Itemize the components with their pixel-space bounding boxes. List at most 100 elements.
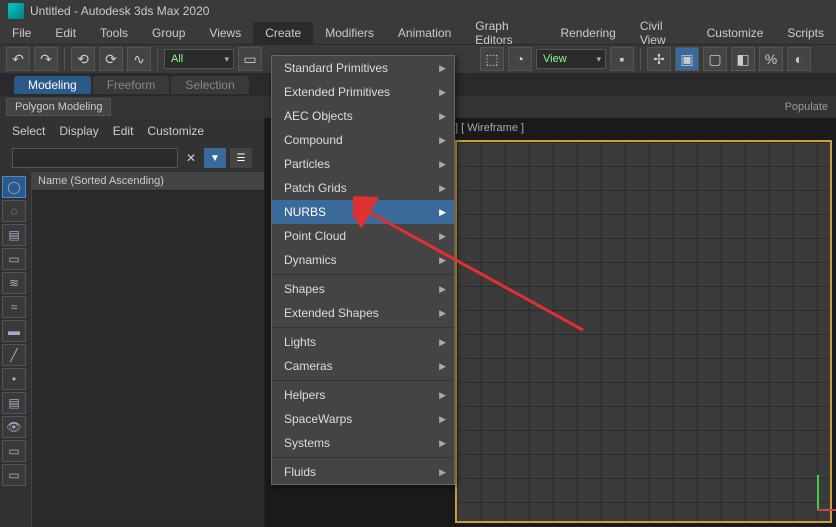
name-column-header[interactable]: Name (Sorted Ascending): [32, 172, 264, 191]
spinner-button[interactable]: ◐: [787, 47, 811, 71]
menu-separator: [272, 327, 454, 328]
tab-modeling[interactable]: Modeling: [14, 76, 91, 94]
menu-item-particles[interactable]: Particles▶: [272, 152, 454, 176]
submenu-arrow-icon: ▶: [439, 337, 446, 348]
menu-item-spacewarps[interactable]: SpaceWarps▶: [272, 407, 454, 431]
scene-menu-customize[interactable]: Customize: [147, 124, 204, 138]
selection-filter-combo[interactable]: All: [164, 49, 234, 69]
clear-search-icon[interactable]: ✕: [182, 149, 200, 167]
viewport-grid[interactable]: [455, 140, 832, 523]
move-button[interactable]: ✢: [647, 47, 671, 71]
tab-freeform[interactable]: Freeform: [93, 76, 170, 94]
percent-button[interactable]: %: [759, 47, 783, 71]
submenu-arrow-icon: ▶: [439, 63, 446, 74]
menu-item-point-cloud[interactable]: Point Cloud▶: [272, 224, 454, 248]
submenu-arrow-icon: ▶: [439, 414, 446, 425]
menu-item-dynamics[interactable]: Dynamics▶: [272, 248, 454, 272]
separator: [640, 48, 641, 70]
use-pivot-button[interactable]: ▪: [610, 47, 634, 71]
marquee-button[interactable]: ⬚: [480, 47, 504, 71]
rect2-filter-icon[interactable]: ▬: [2, 320, 26, 342]
separator: [64, 48, 65, 70]
rect4-filter-icon[interactable]: ▭: [2, 464, 26, 486]
menu-scripts[interactable]: Scripts: [775, 22, 836, 44]
search-input[interactable]: [12, 148, 178, 168]
filter-button[interactable]: ▼: [204, 148, 226, 168]
menu-item-systems[interactable]: Systems▶: [272, 431, 454, 455]
tab-selection[interactable]: Selection: [171, 76, 248, 94]
ref-coord-combo[interactable]: View: [536, 49, 606, 69]
scene-explorer-menubar: Select Display Edit Customize: [0, 118, 264, 144]
menu-item-helpers[interactable]: Helpers▶: [272, 383, 454, 407]
submenu-arrow-icon: ▶: [439, 111, 446, 122]
menu-civil-view[interactable]: Civil View: [628, 22, 695, 44]
menu-create[interactable]: Create: [253, 22, 313, 44]
scene-menu-edit[interactable]: Edit: [113, 124, 134, 138]
menu-item-extended-shapes[interactable]: Extended Shapes▶: [272, 301, 454, 325]
waves2-filter-icon[interactable]: ≈: [2, 296, 26, 318]
bulb-filter-icon[interactable]: ◌: [2, 200, 26, 222]
lasso-button[interactable]: ◔: [508, 47, 532, 71]
x-axis-icon: [817, 509, 836, 511]
window-title: Untitled - Autodesk 3ds Max 2020: [30, 4, 209, 18]
place-button[interactable]: ◧: [731, 47, 755, 71]
menubar: FileEditToolsGroupViewsCreateModifiersAn…: [0, 22, 836, 44]
point-filter-icon[interactable]: •: [2, 368, 26, 390]
menu-customize[interactable]: Customize: [695, 22, 776, 44]
y-axis-icon: [817, 475, 819, 511]
menu-animation[interactable]: Animation: [386, 22, 463, 44]
diag-filter-icon[interactable]: ╱: [2, 344, 26, 366]
layers-filter-icon[interactable]: ▤: [2, 392, 26, 414]
name-list-panel[interactable]: Name (Sorted Ascending): [32, 172, 264, 527]
circle-filter-icon[interactable]: ◯: [2, 176, 26, 198]
menu-group[interactable]: Group: [140, 22, 197, 44]
display-filter-iconbar: ◯◌▤▭≋≈▬╱•▤👁▭▭: [0, 172, 32, 527]
menu-item-aec-objects[interactable]: AEC Objects▶: [272, 104, 454, 128]
create-menu-dropdown: Standard Primitives▶Extended Primitives▶…: [271, 55, 455, 485]
menu-item-standard-primitives[interactable]: Standard Primitives▶: [272, 56, 454, 80]
menu-item-patch-grids[interactable]: Patch Grids▶: [272, 176, 454, 200]
menu-separator: [272, 380, 454, 381]
submenu-arrow-icon: ▶: [439, 308, 446, 319]
rotate-button[interactable]: ▣: [675, 47, 699, 71]
rect-filter-icon[interactable]: ▭: [2, 248, 26, 270]
menu-edit[interactable]: Edit: [43, 22, 88, 44]
eye-filter-icon[interactable]: 👁: [2, 416, 26, 438]
menu-rendering[interactable]: Rendering: [548, 22, 627, 44]
ribbon-panel-label[interactable]: Polygon Modeling: [6, 98, 111, 116]
menu-file[interactable]: File: [0, 22, 43, 44]
filter-options-button[interactable]: ☰: [230, 148, 252, 168]
menu-item-nurbs[interactable]: NURBS▶: [272, 200, 454, 224]
menu-separator: [272, 457, 454, 458]
scene-menu-select[interactable]: Select: [12, 124, 45, 138]
scene-explorer-panel: SelectDisplayEditCustomize ✕ ▼ ☰ ◯◌▤▭≋≈▬…: [0, 118, 265, 527]
menu-views[interactable]: Views: [197, 22, 253, 44]
rect3-filter-icon[interactable]: ▭: [2, 440, 26, 462]
menu-item-cameras[interactable]: Cameras▶: [272, 354, 454, 378]
menu-item-lights[interactable]: Lights▶: [272, 330, 454, 354]
scene-menu-display[interactable]: Display: [59, 124, 98, 138]
bind-button[interactable]: ∿: [127, 47, 151, 71]
select-button[interactable]: ▭: [238, 47, 262, 71]
submenu-arrow-icon: ▶: [439, 207, 446, 218]
menu-item-shapes[interactable]: Shapes▶: [272, 277, 454, 301]
menu-tools[interactable]: Tools: [88, 22, 140, 44]
menu-graph-editors[interactable]: Graph Editors: [463, 22, 548, 44]
link-button[interactable]: ⟲: [71, 47, 95, 71]
menu-item-extended-primitives[interactable]: Extended Primitives▶: [272, 80, 454, 104]
menu-item-compound[interactable]: Compound▶: [272, 128, 454, 152]
waves-filter-icon[interactable]: ≋: [2, 272, 26, 294]
submenu-arrow-icon: ▶: [439, 255, 446, 266]
undo-button[interactable]: ↶: [6, 47, 30, 71]
app-logo-icon: [8, 3, 24, 19]
populate-label: Populate: [777, 99, 836, 115]
submenu-arrow-icon: ▶: [439, 159, 446, 170]
unlink-button[interactable]: ⟳: [99, 47, 123, 71]
submenu-arrow-icon: ▶: [439, 183, 446, 194]
viewport-label[interactable]: ] [ Wireframe ]: [455, 122, 524, 134]
redo-button[interactable]: ↷: [34, 47, 58, 71]
menu-item-fluids[interactable]: Fluids▶: [272, 460, 454, 484]
scale-button[interactable]: ▢: [703, 47, 727, 71]
menu-modifiers[interactable]: Modifiers: [313, 22, 386, 44]
cam-filter-icon[interactable]: ▤: [2, 224, 26, 246]
